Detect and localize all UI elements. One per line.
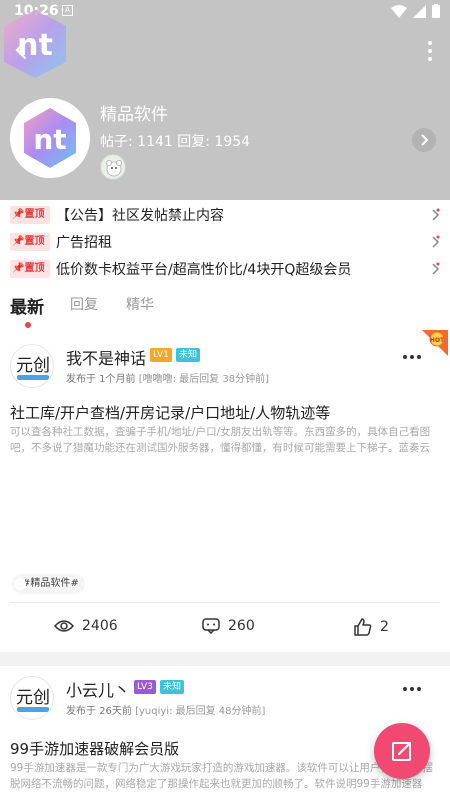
views-stat: 2406 [54, 618, 118, 634]
chevron-right-icon [432, 208, 440, 221]
chevron-right-icon [432, 235, 440, 248]
pinned-badge: 📌置顶 [10, 206, 50, 224]
pinned-text: 【公告】社区发帖禁止内容 [56, 208, 224, 224]
board-name: 精品软件 [100, 105, 168, 125]
svg-text:nt: nt [33, 123, 66, 156]
back-icon[interactable] [8, 36, 36, 64]
edit-icon [392, 741, 412, 761]
post-title[interactable]: 社工库/开户查档/开房记录/户口地址/人物轨迹等 [10, 402, 330, 423]
tab-featured[interactable]: 精华 [126, 294, 154, 314]
author-name[interactable]: 我不是神话 [66, 345, 146, 369]
author-avatar[interactable]: 元创 [10, 344, 54, 388]
comments-count: 260 [228, 618, 255, 634]
eye-icon [54, 620, 74, 632]
battery-icon [432, 4, 440, 18]
likes-stat[interactable]: 2 [354, 618, 389, 636]
bear-icon [106, 160, 122, 177]
last-reply: [yuqiyi: 最后回复 48分钟前] [135, 706, 266, 717]
hot-badge-icon: HOT [422, 330, 448, 356]
avatar-logo-icon: 元创 [16, 688, 50, 712]
author-name[interactable]: 小云儿丶 [66, 677, 130, 701]
post-meta: 发布于 26天前 [yuqiyi: 最后回复 48分钟前] [66, 702, 265, 717]
signal-icon [413, 4, 426, 18]
avatar-text: 元创 [16, 356, 50, 376]
author-avatar[interactable]: 元创 [10, 676, 54, 720]
pinned-item[interactable]: 📌置顶 【公告】社区发帖禁止内容 [0, 202, 450, 228]
pinned-text: 低价数卡权益平台/超高性价比/4块开Q超级会员 [56, 262, 352, 278]
level-badge: LV1 [150, 348, 172, 362]
moderator-avatar[interactable] [100, 154, 126, 180]
views-count: 2406 [82, 618, 118, 634]
more-vertical-icon[interactable] [426, 40, 434, 62]
status-badge: 未知 [176, 348, 201, 362]
chevron-right-icon [432, 262, 440, 275]
board-stats: 帖子: 1141 回复: 1954 [100, 134, 251, 150]
post-meta: 发布于 1个月前 [噜噜噜: 最后回复 38分钟前] [66, 370, 269, 385]
avatar-text: 元创 [16, 688, 50, 708]
level-badge: LV3 [134, 680, 156, 694]
active-tab-indicator [25, 322, 31, 328]
tab-reply[interactable]: 回复 [70, 294, 98, 314]
pinned-badge: 📌置顶 [10, 260, 50, 278]
post-excerpt: 可以查各种社工数据，查骗子手机/地址/户口/女朋友出轨等等。东西蛮多的，具体自己… [10, 426, 431, 454]
pinned-item[interactable]: 📌置顶 广告招租 [0, 229, 450, 255]
sort-tabs: 最新 回复 精华 [0, 284, 450, 334]
board-avatar-icon: nt [10, 98, 90, 178]
wifi-icon [391, 4, 407, 18]
tab-latest[interactable]: 最新 [10, 293, 44, 318]
status-icons [391, 4, 440, 18]
hot-badge-text: HOT [430, 337, 445, 344]
last-reply: [噜噜噜: 最后回复 38分钟前] [138, 374, 269, 385]
pinned-item[interactable]: 📌置顶 低价数卡权益平台/超高性价比/4块开Q超级会员 [0, 256, 450, 282]
thumbs-up-icon [354, 618, 372, 636]
status-badge: 未知 [160, 680, 185, 694]
post-time: 发布于 1个月前 [66, 374, 136, 385]
post-time: 发布于 26天前 [66, 706, 132, 717]
compose-button[interactable] [374, 723, 430, 779]
post-title[interactable]: 99手游加速器破解会员版 [10, 738, 179, 759]
more-horizontal-icon[interactable] [402, 686, 422, 692]
pinned-list: 📌置顶 【公告】社区发帖禁止内容 📌置顶 广告招租 📌置顶 低价数卡权益平台/超… [0, 200, 450, 284]
chevron-right-icon[interactable] [412, 128, 436, 152]
avatar-logo-icon: 元创 [16, 356, 50, 380]
likes-count: 2 [380, 619, 389, 635]
topic-tag[interactable]: #精品软件# [12, 574, 85, 594]
post-card[interactable]: 元创 我不是神话 LV1 未知 发布于 1个月前 [噜噜噜: 最后回复 38分钟… [0, 334, 450, 652]
board-header: 10:26 A nt nt 精品软件 帖子: 1141 回复: [0, 0, 450, 200]
divider [10, 602, 440, 603]
pinned-badge: 📌置顶 [10, 233, 50, 251]
comment-icon [202, 618, 220, 634]
pinned-text: 广告招租 [56, 235, 112, 251]
comments-stat[interactable]: 260 [202, 618, 255, 634]
